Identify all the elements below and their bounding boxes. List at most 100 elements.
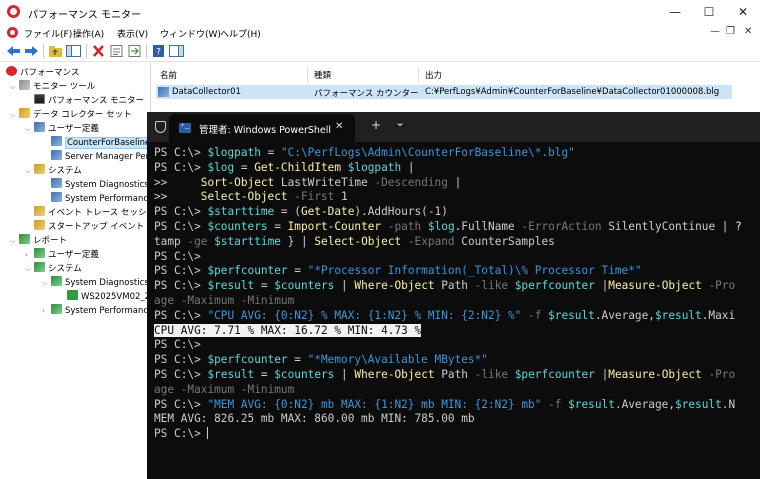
- terminal-line: PS C:\> $result = $counters | Where-Obje…: [154, 279, 736, 293]
- tree-item-performance-monitor[interactable]: パフォーマンス モニター: [25, 94, 144, 108]
- cell-output: C:¥PerfLogs¥Admin¥CounterForBaseline¥Dat…: [425, 87, 720, 97]
- terminal-tab-bar: 管理者: Windows PowerShell ✕ + ⌄: [147, 112, 760, 142]
- show-hide-action-pane-icon[interactable]: [169, 44, 184, 58]
- column-divider[interactable]: [418, 67, 419, 83]
- event-trace-icon: [34, 206, 45, 216]
- collapse-chevron-icon[interactable]: ⌵: [10, 80, 19, 94]
- terminal-line: PS C:\> $counters = Import-Counter -path…: [154, 220, 742, 233]
- tree-item-counter-for-baseline[interactable]: CounterForBaseline: [42, 136, 150, 150]
- terminal-line: PS C:\> "MEM AVG: {0:N2} mb MAX: {1:N2} …: [154, 397, 736, 411]
- collapse-chevron-icon[interactable]: ⌵: [25, 122, 34, 136]
- collector-set-icon: [51, 192, 62, 202]
- tab-dropdown-button[interactable]: ⌄: [395, 115, 405, 129]
- terminal-output[interactable]: PS C:\> $logpath = "C:\PerfLogs\Admin\Co…: [147, 142, 760, 479]
- tree-item-system-diagnostics[interactable]: System Diagnostics: [42, 178, 149, 192]
- window-title: パフォーマンス モニター: [28, 10, 141, 21]
- perfmon-icon: [6, 66, 17, 76]
- collapse-chevron-icon[interactable]: ⌵: [25, 164, 34, 178]
- mem-result-output: MEM AVG: 826.25 mb MAX: 860.00 mb MIN: 7…: [154, 412, 475, 426]
- report-icon: [34, 248, 45, 258]
- tree-item-reports-system-diagnostics[interactable]: ⌵ System Diagnostics: [42, 276, 149, 290]
- tree-item-user-defined[interactable]: ⌵ ユーザー定義: [25, 122, 99, 136]
- tree-item-reports-system-performance[interactable]: › System Performanc: [42, 304, 148, 318]
- tree-item-performance[interactable]: パフォーマンス: [6, 66, 79, 80]
- menu-file[interactable]: ファイル(F): [24, 27, 72, 40]
- mdi-restore-button[interactable]: ❐: [726, 26, 735, 37]
- maximize-button[interactable]: ☐: [692, 0, 726, 24]
- terminal-line: PS C:\>: [154, 338, 208, 352]
- tree-item-startup-event[interactable]: スタートアップ イベント ト: [25, 220, 150, 234]
- forward-icon[interactable]: [24, 44, 39, 58]
- system-icon: [34, 164, 45, 174]
- collapse-chevron-icon[interactable]: ⌵: [10, 234, 19, 248]
- tree-item-report-ws2025vm02[interactable]: WS2025VM02_2: [58, 290, 150, 304]
- terminal-line: PS C:\> $log = Get-ChildItem $logpath |: [154, 160, 415, 174]
- back-icon[interactable]: [6, 44, 21, 58]
- console-tree-icon[interactable]: [66, 44, 81, 58]
- terminal-line: >> Select-Object -First 1: [154, 190, 348, 204]
- terminal-line: PS C:\>: [154, 249, 208, 263]
- terminal-line: age -Maximum -Minimum: [154, 294, 295, 307]
- terminal-line: PS C:\> $perfcounter = "*Processor Infor…: [154, 264, 642, 278]
- toolbar-separator: [86, 44, 87, 58]
- minimize-button[interactable]: —: [658, 0, 692, 24]
- cell-type: パフォーマンス カウンター: [314, 89, 419, 99]
- tree-item-reports-system[interactable]: ⌵ システム: [25, 262, 82, 276]
- expand-chevron-icon[interactable]: ›: [42, 304, 51, 318]
- tree-item-monitor-tools[interactable]: ⌵ モニター ツール: [10, 80, 95, 94]
- delete-icon[interactable]: [91, 44, 106, 58]
- system-menu-icon[interactable]: [7, 27, 18, 38]
- collapse-chevron-icon[interactable]: ⌵: [25, 262, 34, 276]
- mdi-close-button[interactable]: ✕: [744, 26, 752, 37]
- terminal-line: PS C:\> $perfcounter = "*Memory\Availabl…: [154, 353, 488, 367]
- menu-help[interactable]: ヘルプ(H): [220, 27, 261, 40]
- user-group-icon: [34, 122, 45, 132]
- terminal-line: PS C:\> "CPU AVG: {0:N2} % MAX: {1:N2} %…: [154, 308, 736, 322]
- terminal-line: PS C:\>: [154, 427, 209, 441]
- expand-chevron-icon[interactable]: ›: [25, 248, 34, 262]
- column-header-output[interactable]: 出力: [425, 69, 442, 81]
- tree-item-reports[interactable]: ⌵ レポート: [10, 234, 67, 248]
- tree-item-server-manager[interactable]: Server Manager Per: [42, 150, 149, 164]
- collector-set-icon: [51, 150, 62, 160]
- tree-item-reports-user-defined[interactable]: › ユーザー定義: [25, 248, 99, 262]
- collector-set-icon: [51, 136, 62, 146]
- monitor-icon: [34, 94, 45, 104]
- tab-powershell[interactable]: 管理者: Windows PowerShell ✕: [169, 114, 355, 142]
- help-icon[interactable]: ?: [151, 44, 166, 58]
- properties-icon[interactable]: [109, 44, 124, 58]
- collector-set-icon: [51, 178, 62, 188]
- cpu-result-output[interactable]: CPU AVG: 7.71 % MAX: 16.72 % MIN: 4.73 %: [154, 323, 422, 339]
- terminal-line: PS C:\> $logpath = "C:\PerfLogs\Admin\Co…: [154, 146, 575, 159]
- new-tab-button[interactable]: +: [371, 118, 381, 132]
- list-item[interactable]: DataCollector01 パフォーマンス カウンター C:¥PerfLog…: [156, 85, 732, 99]
- collapse-chevron-icon[interactable]: ⌵: [10, 108, 19, 122]
- shield-icon: [155, 121, 166, 133]
- up-folder-icon[interactable]: [48, 44, 63, 58]
- tab-title: 管理者: Windows PowerShell: [199, 125, 332, 136]
- column-header-name[interactable]: 名前: [160, 69, 177, 81]
- column-header-type[interactable]: 種類: [314, 69, 331, 81]
- toolbar: ?: [0, 41, 760, 62]
- perfmon-app-icon: [7, 5, 20, 18]
- tree-item-event-trace[interactable]: イベント トレース セッション: [25, 206, 150, 220]
- terminal-line: PS C:\> $result = $counters | Where-Obje…: [154, 368, 736, 381]
- tree-item-system-performance[interactable]: System Performanc: [42, 192, 148, 206]
- close-button[interactable]: ✕: [726, 0, 760, 24]
- tree-item-system[interactable]: ⌵ システム: [25, 164, 82, 178]
- powershell-window[interactable]: 管理者: Windows PowerShell ✕ + ⌄ PS C:\> $l…: [147, 112, 760, 479]
- menu-view[interactable]: 表示(V): [117, 27, 148, 40]
- menu-action[interactable]: 操作(A): [73, 27, 104, 40]
- tab-close-icon[interactable]: ✕: [335, 121, 343, 132]
- collapse-chevron-icon[interactable]: ⌵: [42, 276, 51, 290]
- toolbar-separator: [43, 44, 44, 58]
- tools-icon: [19, 80, 30, 90]
- export-list-icon[interactable]: [127, 44, 142, 58]
- terminal-line: age -Maximum -Minimum: [154, 382, 295, 396]
- mdi-minimize-button[interactable]: —: [710, 26, 720, 37]
- menu-window[interactable]: ウィンドウ(W): [160, 27, 221, 40]
- tree-item-data-collector-sets[interactable]: ⌵ データ コレクター セット: [10, 108, 132, 122]
- report-icon: [19, 234, 30, 244]
- column-divider[interactable]: [307, 67, 308, 83]
- report-file-icon: [67, 290, 78, 300]
